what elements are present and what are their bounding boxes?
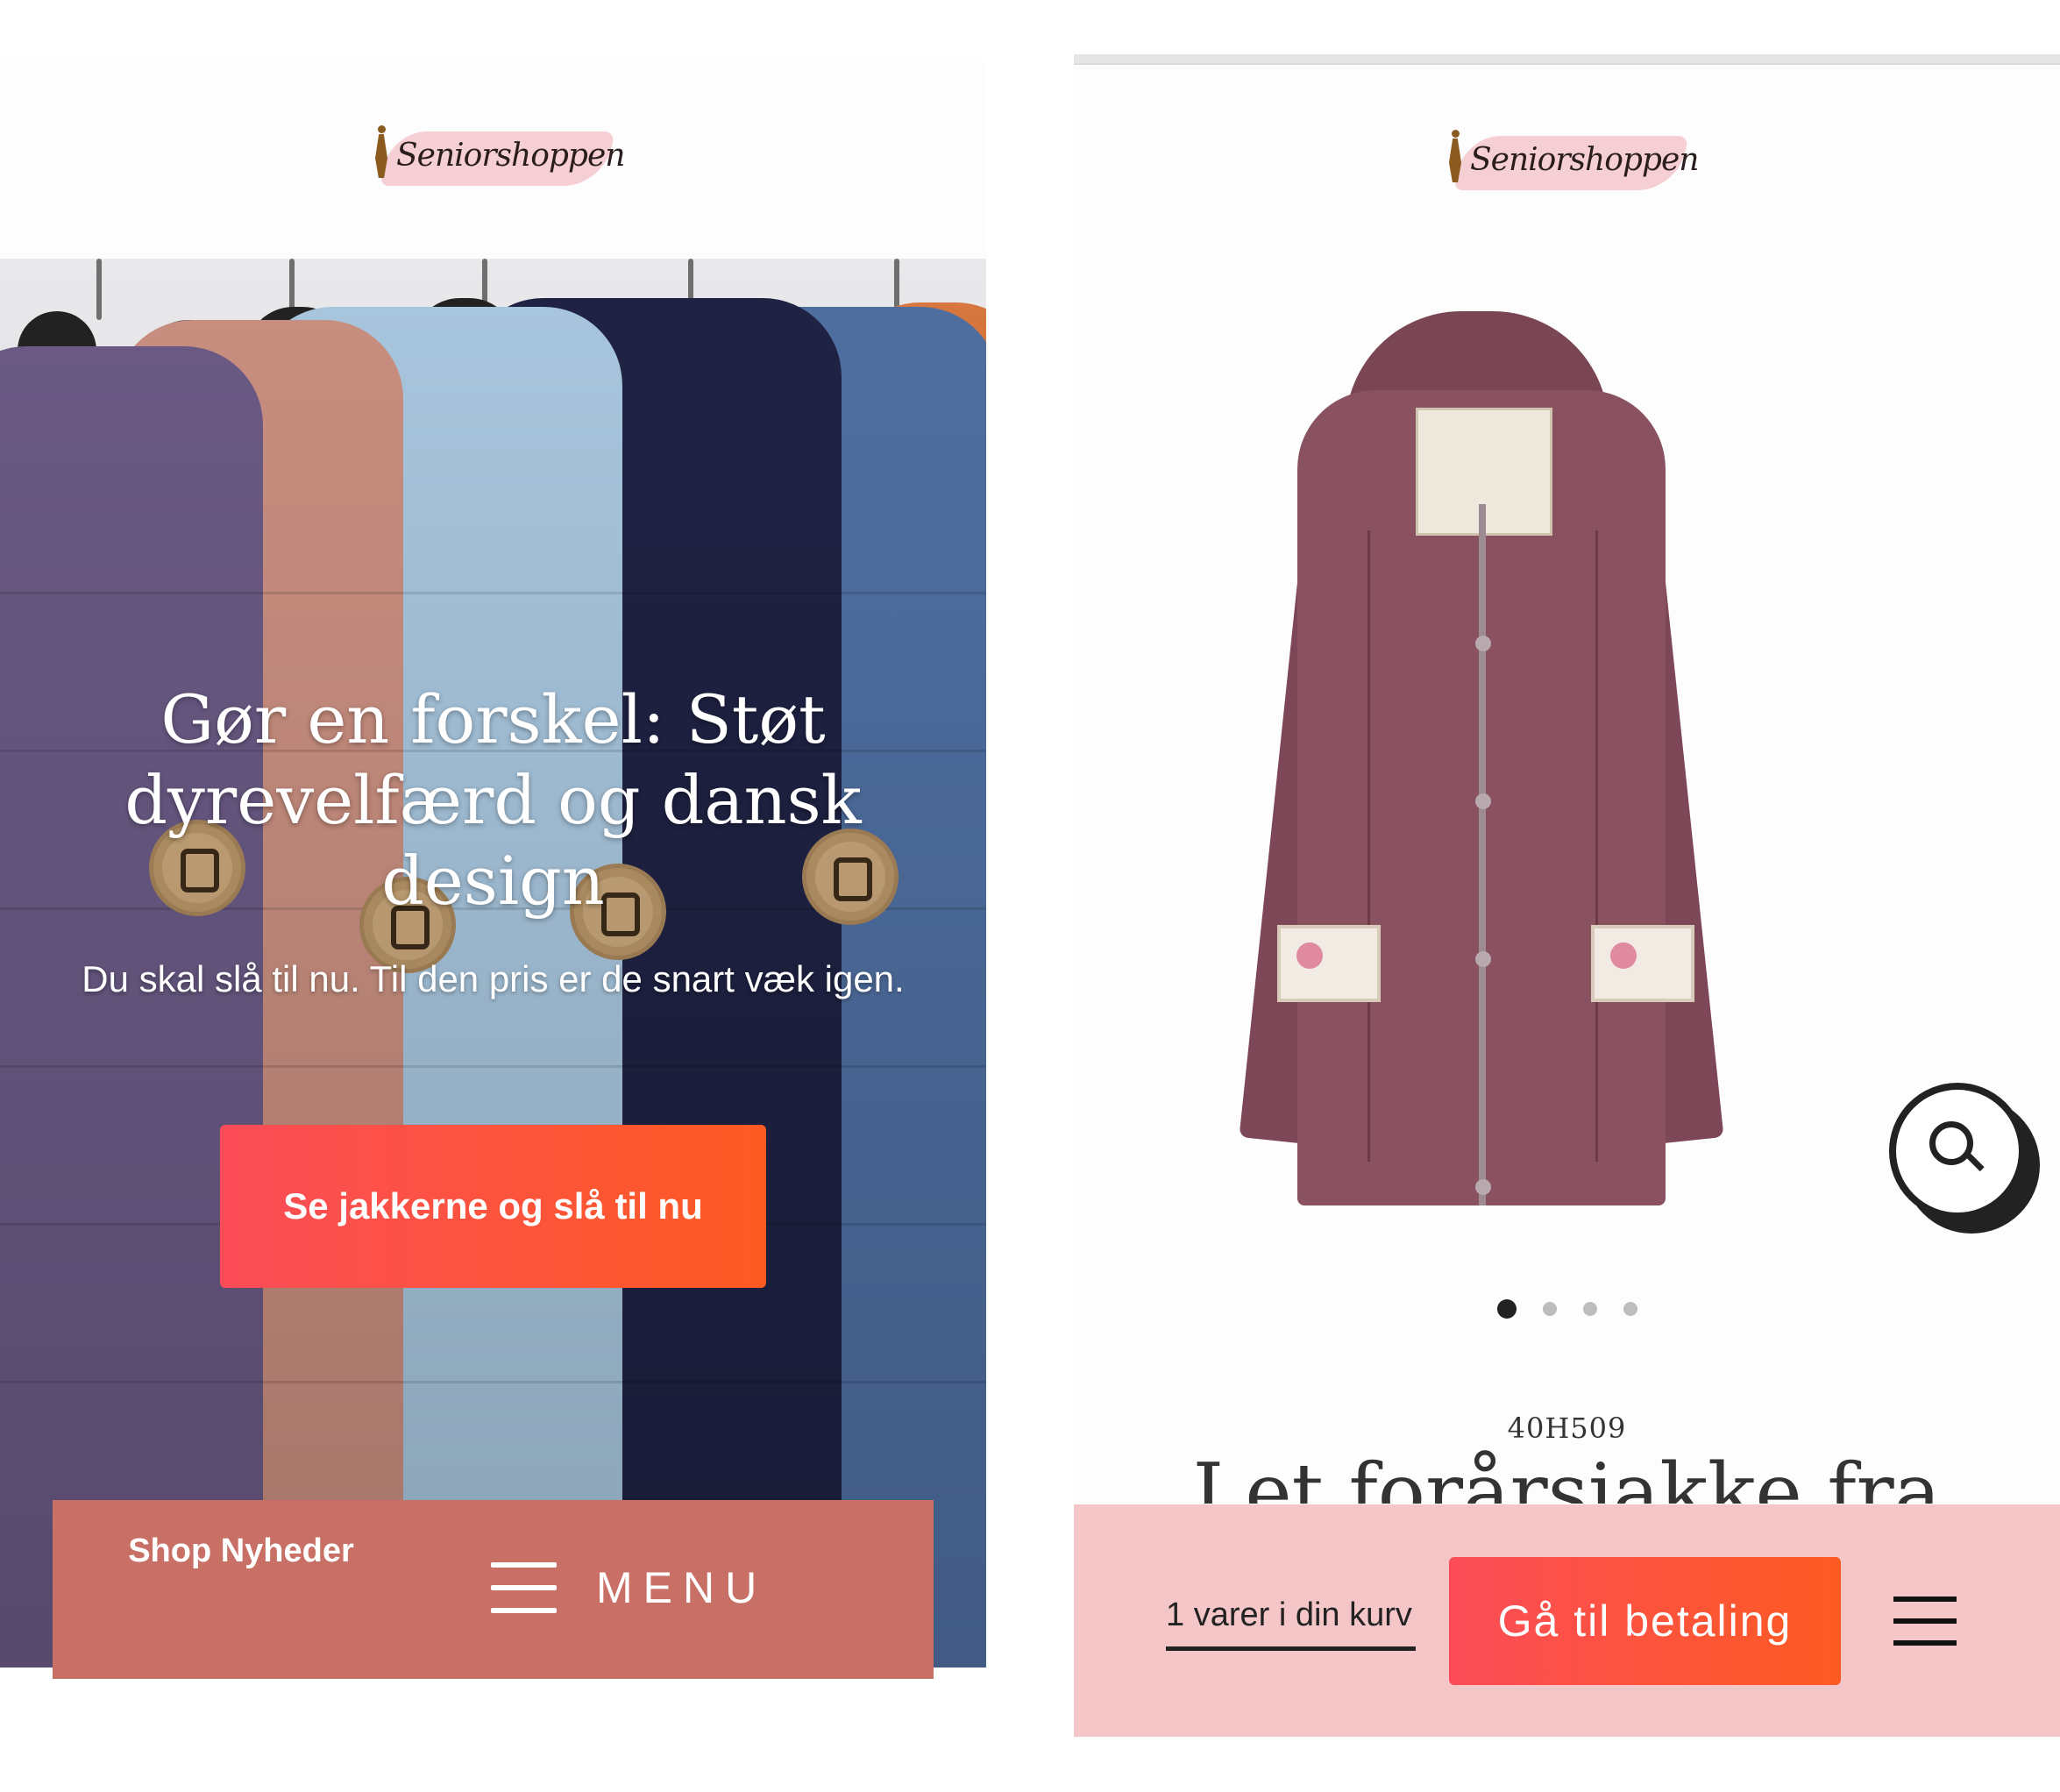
gallery-pagination bbox=[1074, 1299, 2060, 1319]
menu-button[interactable]: MENU bbox=[491, 1553, 767, 1623]
gallery-dot[interactable] bbox=[1623, 1302, 1637, 1316]
site-header: Seniorshoppen bbox=[1074, 66, 2060, 267]
shop-news-link[interactable]: Shop Nyheder bbox=[123, 1526, 359, 1575]
gallery-dot[interactable] bbox=[1542, 1302, 1557, 1316]
product-sku: 40H509 bbox=[1507, 1412, 1627, 1445]
gallery-dot[interactable] bbox=[1582, 1302, 1597, 1316]
hamburger-icon[interactable] bbox=[1893, 1596, 1957, 1646]
hero-subtitle: Du skal slå til nu. Til den pris er de s… bbox=[82, 958, 905, 999]
brand-logo[interactable]: Seniorshoppen bbox=[359, 118, 625, 197]
logo-figure-icon bbox=[375, 125, 387, 178]
zoom-button[interactable] bbox=[1889, 1083, 2026, 1220]
bottom-nav-bar: Shop Nyheder MENU bbox=[53, 1500, 934, 1679]
logo-figure-icon bbox=[1449, 130, 1461, 182]
hero-banner: Gør en forskel: Støt dyrevelfærd og dans… bbox=[0, 259, 986, 1668]
site-header: Seniorshoppen bbox=[0, 61, 986, 259]
logo-text: Seniorshoppen bbox=[396, 138, 625, 174]
shop-jackets-button[interactable]: Se jakkerne og slå til nu bbox=[220, 1125, 766, 1288]
product-gallery: 40H509 Let forårsjakke fra bbox=[1074, 267, 2060, 1504]
menu-label: MENU bbox=[596, 1563, 768, 1612]
top-divider bbox=[1074, 54, 2060, 65]
logo-text: Seniorshoppen bbox=[1470, 142, 1699, 178]
left-phone-screen: Seniorshoppen Gør en forskel: Støt dyrev… bbox=[0, 0, 986, 1792]
product-title: Let forårsjakke fra bbox=[1192, 1447, 1942, 1504]
hero-title: Gør en forskel: Støt dyrevelfærd og dans… bbox=[124, 680, 862, 920]
cart-bar: 1 varer i din kurv Gå til betaling bbox=[1074, 1504, 2060, 1737]
hamburger-icon bbox=[491, 1562, 557, 1613]
brand-logo[interactable]: Seniorshoppen bbox=[1433, 123, 1699, 202]
checkout-button[interactable]: Gå til betaling bbox=[1449, 1557, 1841, 1685]
right-phone-screen: Seniorshoppen 40H509 Let forårsjakke fra… bbox=[1074, 0, 2060, 1792]
gallery-dot[interactable] bbox=[1496, 1299, 1517, 1319]
cart-link[interactable]: 1 varer i din kurv bbox=[1166, 1596, 1416, 1651]
